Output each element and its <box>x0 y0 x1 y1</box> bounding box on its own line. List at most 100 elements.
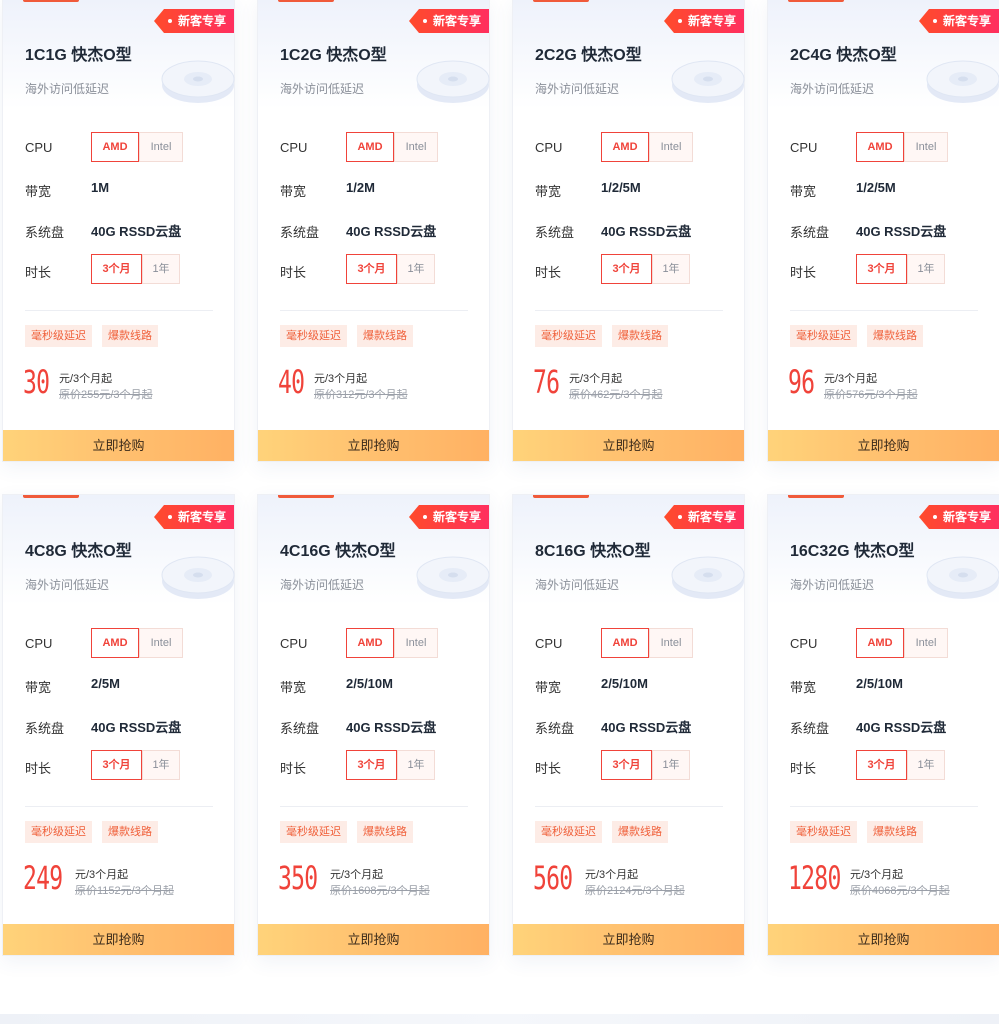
cpu-option-intel[interactable]: Intel <box>649 628 693 658</box>
product-card: 新客专享 1C2G 快杰O型 海外访问低延迟 CPU AMD Intel 带宽 … <box>257 0 490 462</box>
original-price: 原价1152元/3个月起 <box>75 885 174 897</box>
bandwidth-label: 带宽 <box>790 184 817 199</box>
badge-label: 新客专享 <box>688 510 737 524</box>
duration-label: 时长 <box>790 761 817 776</box>
new-customer-badge: 新客专享 <box>154 505 234 529</box>
duration-option-3-months[interactable]: 3个月 <box>856 254 907 284</box>
duration-option-1-year[interactable]: 1年 <box>397 254 435 284</box>
card-divider <box>790 310 978 311</box>
badge-label: 新客专享 <box>943 510 992 524</box>
disk-label: 系统盘 <box>535 225 575 240</box>
duration-label: 时长 <box>280 761 307 776</box>
buy-now-button[interactable]: 立即抢购 <box>3 430 234 461</box>
disk-label: 系统盘 <box>25 721 65 736</box>
bandwidth-label: 带宽 <box>280 680 307 695</box>
card-divider <box>280 806 468 807</box>
cpu-selector: AMD Intel <box>856 132 948 162</box>
duration-option-1-year[interactable]: 1年 <box>397 750 435 780</box>
buy-now-button[interactable]: 立即抢购 <box>258 924 489 955</box>
duration-option-1-year[interactable]: 1年 <box>142 254 180 284</box>
price-value: 30 <box>23 363 50 401</box>
plan-subtitle: 海外访问低延迟 <box>535 578 620 592</box>
cpu-option-amd[interactable]: AMD <box>856 132 904 162</box>
cpu-option-amd[interactable]: AMD <box>601 132 649 162</box>
duration-label: 时长 <box>790 265 817 280</box>
disk-value: 40G RSSD云盘 <box>346 224 437 239</box>
cpu-option-intel[interactable]: Intel <box>139 628 183 658</box>
card-top-strip <box>23 0 79 2</box>
duration-option-1-year[interactable]: 1年 <box>142 750 180 780</box>
disk-value: 40G RSSD云盘 <box>856 720 947 735</box>
bandwidth-value: 2/5/10M <box>601 676 648 691</box>
duration-option-3-months[interactable]: 3个月 <box>856 750 907 780</box>
cpu-label: CPU <box>790 140 818 155</box>
bandwidth-label: 带宽 <box>535 184 562 199</box>
duration-option-3-months[interactable]: 3个月 <box>601 254 652 284</box>
duration-option-1-year[interactable]: 1年 <box>652 750 690 780</box>
buy-now-button[interactable]: 立即抢购 <box>3 924 234 955</box>
duration-option-1-year[interactable]: 1年 <box>652 254 690 284</box>
bandwidth-label: 带宽 <box>25 184 52 199</box>
cpu-option-amd[interactable]: AMD <box>601 628 649 658</box>
badge-label: 新客专享 <box>688 14 737 28</box>
bandwidth-value: 2/5/10M <box>856 676 903 691</box>
cpu-selector: AMD Intel <box>346 628 438 658</box>
buy-now-button[interactable]: 立即抢购 <box>513 924 744 955</box>
duration-selector: 3个月 1年 <box>856 750 945 780</box>
buy-now-button[interactable]: 立即抢购 <box>768 430 999 461</box>
cpu-option-amd[interactable]: AMD <box>91 132 139 162</box>
cpu-option-intel[interactable]: Intel <box>394 628 438 658</box>
duration-option-3-months[interactable]: 3个月 <box>601 750 652 780</box>
tag-hot-route: 爆款线路 <box>102 325 158 347</box>
new-customer-badge: 新客专享 <box>664 505 744 529</box>
cpu-option-amd[interactable]: AMD <box>856 628 904 658</box>
original-price: 原价462元/3个月起 <box>569 389 663 401</box>
bandwidth-label: 带宽 <box>25 680 52 695</box>
cpu-option-amd[interactable]: AMD <box>91 628 139 658</box>
cpu-option-amd[interactable]: AMD <box>346 628 394 658</box>
cpu-option-intel[interactable]: Intel <box>649 132 693 162</box>
duration-option-1-year[interactable]: 1年 <box>907 254 945 284</box>
price-value: 350 <box>278 859 318 897</box>
cpu-option-intel[interactable]: Intel <box>394 132 438 162</box>
tag-low-latency: 毫秒级延迟 <box>25 821 92 843</box>
cpu-label: CPU <box>25 140 53 155</box>
price-unit: 元/3个月起 <box>330 869 384 881</box>
cpu-label: CPU <box>280 636 308 651</box>
duration-option-3-months[interactable]: 3个月 <box>91 750 142 780</box>
bandwidth-value: 1/2/5M <box>601 180 641 195</box>
plan-subtitle: 海外访问低延迟 <box>25 578 110 592</box>
buy-now-button[interactable]: 立即抢购 <box>768 924 999 955</box>
tag-low-latency: 毫秒级延迟 <box>25 325 92 347</box>
tag-low-latency: 毫秒级延迟 <box>790 325 857 347</box>
duration-label: 时长 <box>25 265 52 280</box>
price-unit: 元/3个月起 <box>59 373 113 385</box>
cpu-option-amd[interactable]: AMD <box>346 132 394 162</box>
duration-option-1-year[interactable]: 1年 <box>907 750 945 780</box>
price-unit: 元/3个月起 <box>75 869 129 881</box>
duration-option-3-months[interactable]: 3个月 <box>346 254 397 284</box>
duration-option-3-months[interactable]: 3个月 <box>91 254 142 284</box>
buy-now-button[interactable]: 立即抢购 <box>513 430 744 461</box>
disk-value: 40G RSSD云盘 <box>601 224 692 239</box>
cloud-disk-icon <box>161 60 235 103</box>
card-top-strip <box>533 0 589 2</box>
badge-dot-icon <box>168 19 172 23</box>
original-price: 原价255元/3个月起 <box>59 389 153 401</box>
original-price: 原价2124元/3个月起 <box>585 885 685 897</box>
plan-title: 4C16G 快杰O型 <box>280 543 396 560</box>
cpu-option-intel[interactable]: Intel <box>139 132 183 162</box>
bandwidth-value: 1/2M <box>346 180 375 195</box>
badge-label: 新客专享 <box>433 510 482 524</box>
disk-label: 系统盘 <box>280 225 320 240</box>
duration-option-3-months[interactable]: 3个月 <box>346 750 397 780</box>
badge-dot-icon <box>678 19 682 23</box>
plan-subtitle: 海外访问低延迟 <box>280 82 365 96</box>
duration-selector: 3个月 1年 <box>601 254 690 284</box>
disk-value: 40G RSSD云盘 <box>91 720 182 735</box>
buy-now-button[interactable]: 立即抢购 <box>258 430 489 461</box>
price-value: 96 <box>788 363 815 401</box>
cpu-option-intel[interactable]: Intel <box>904 628 948 658</box>
cpu-option-intel[interactable]: Intel <box>904 132 948 162</box>
cloud-disk-icon <box>161 556 235 599</box>
